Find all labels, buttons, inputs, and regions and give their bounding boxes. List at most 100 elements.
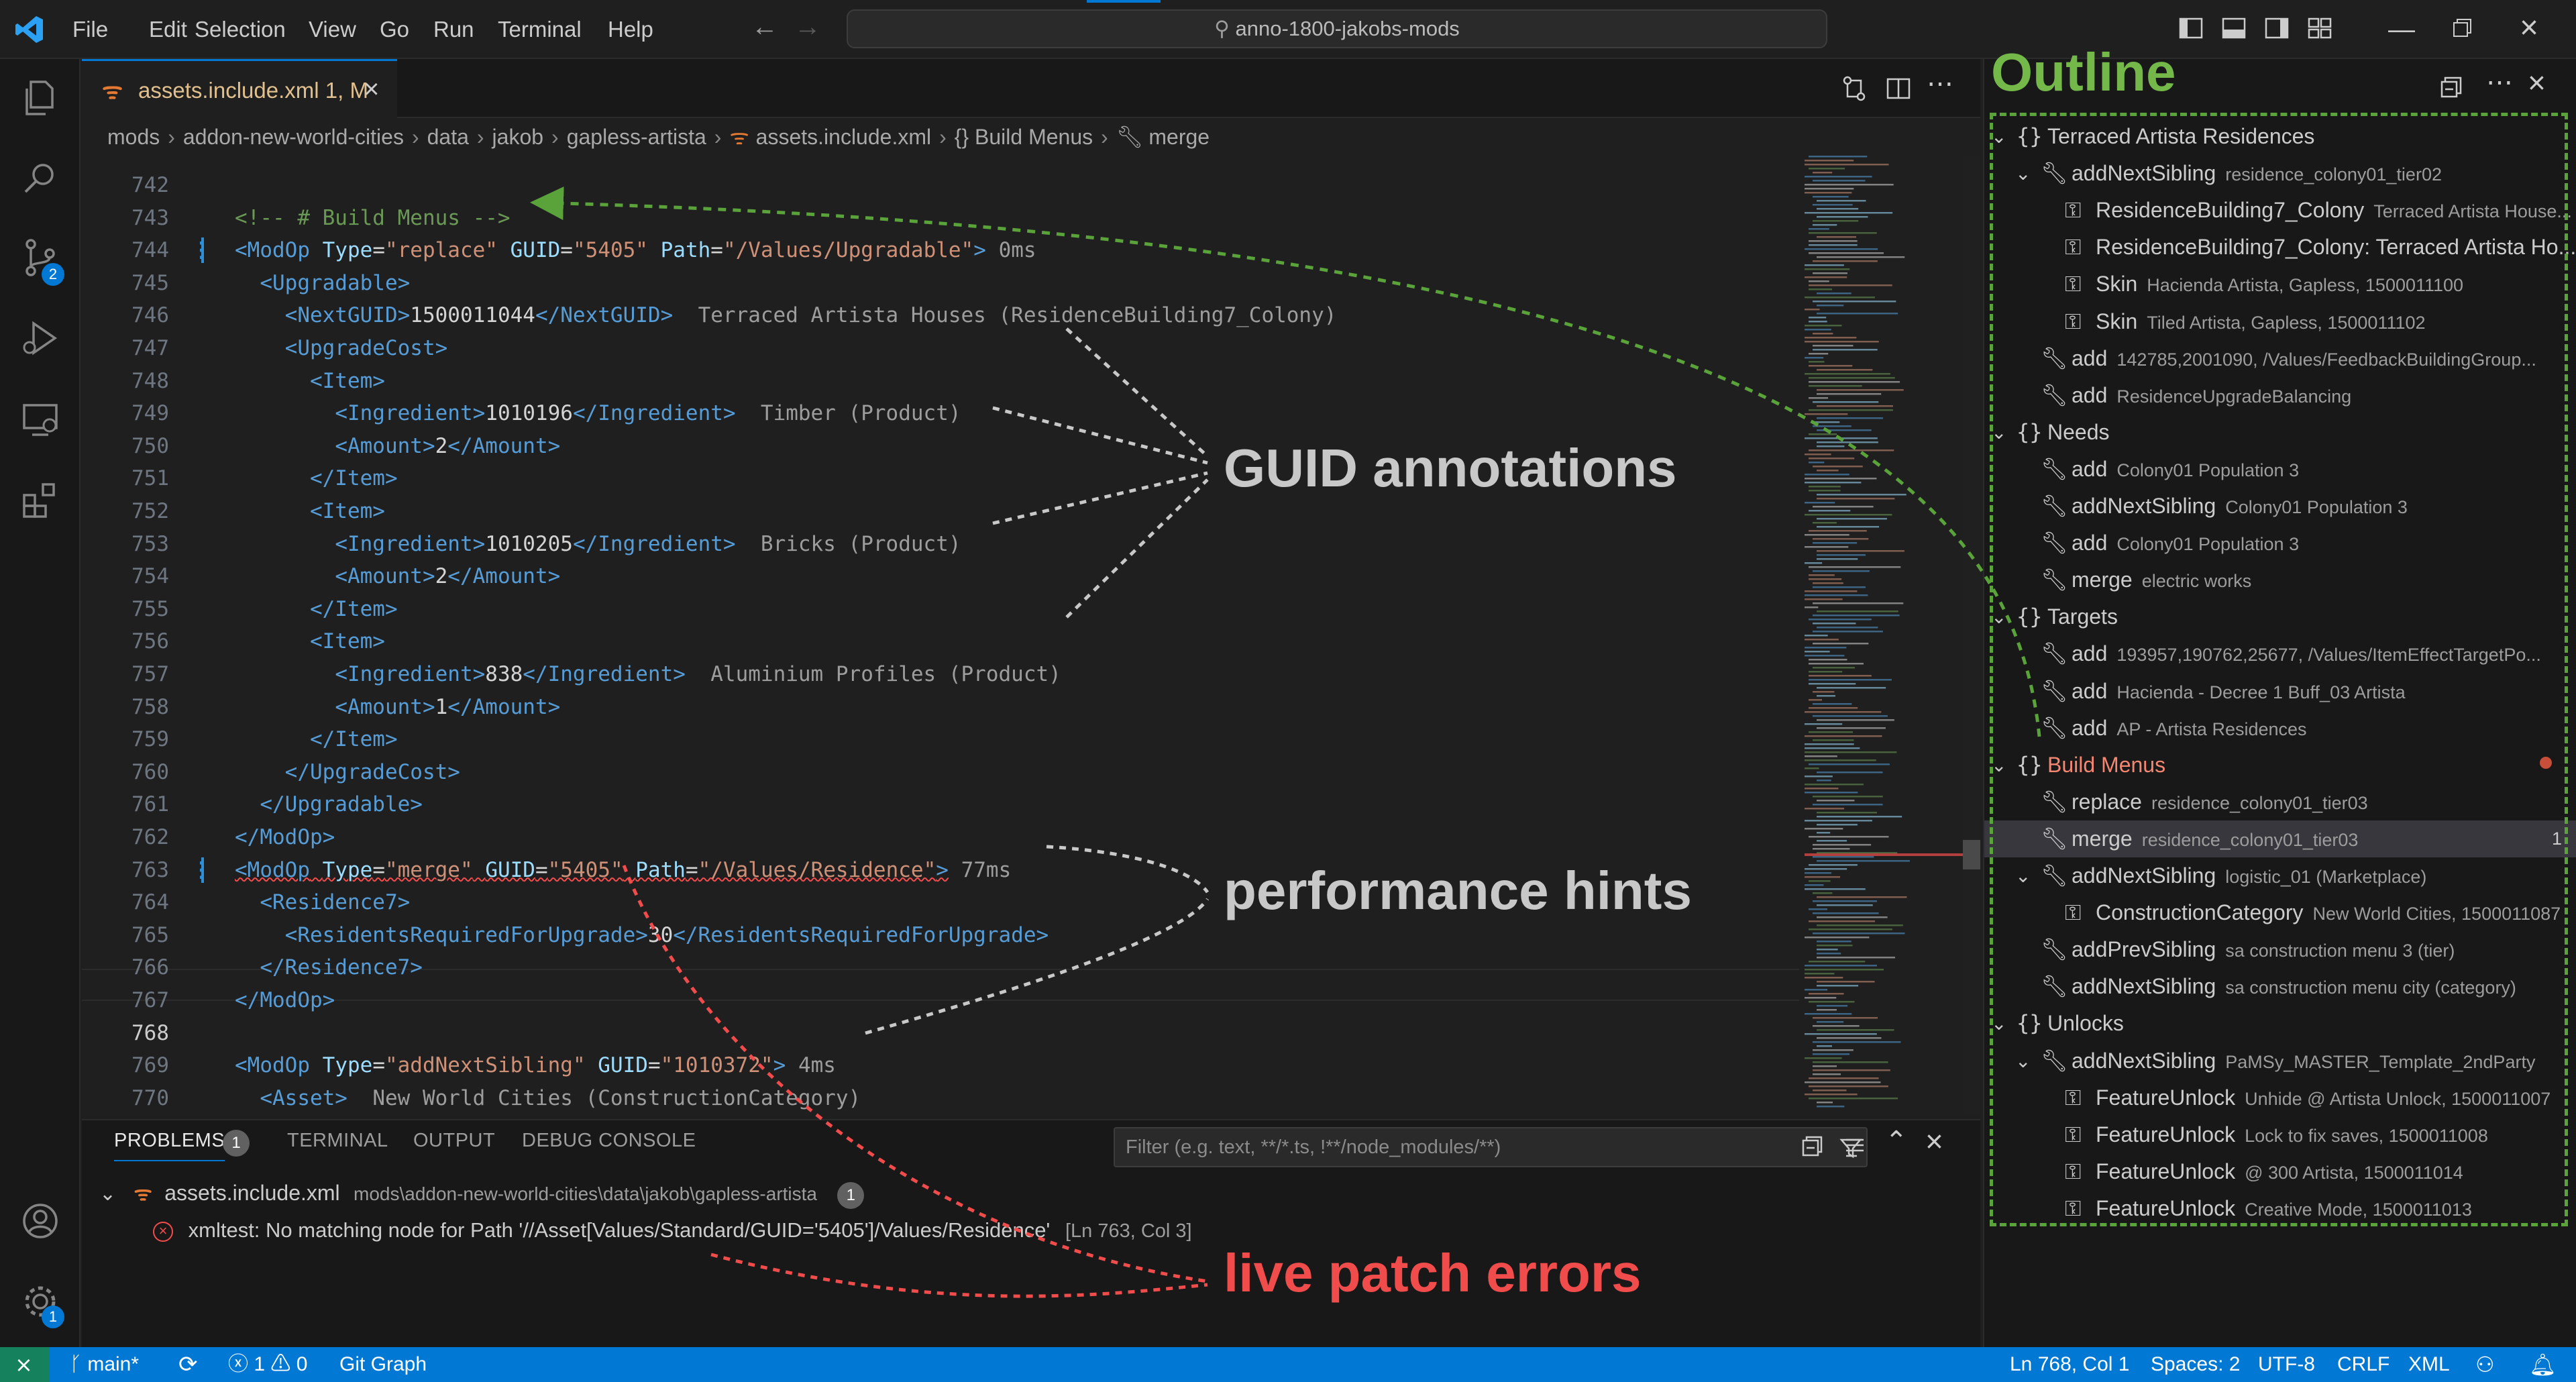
run-debug-icon[interactable]	[19, 317, 62, 360]
tab-close-icon[interactable]: ×	[364, 61, 379, 117]
code-line[interactable]: 747 <UpgradeCost>	[82, 332, 1799, 364]
menu-terminal[interactable]: Terminal	[498, 0, 582, 59]
minimap-line	[1805, 888, 1866, 890]
breadcrumb-item[interactable]: assets.include.xml	[756, 118, 931, 156]
code-line[interactable]: 759 </Item>	[82, 723, 1799, 755]
tab-assets-include-xml[interactable]: ᯤ assets.include.xml 1, M ×	[82, 59, 397, 118]
code-line[interactable]: 757 <Ingredient>838</Ingredient> Alumini…	[82, 658, 1799, 690]
remote-explorer-icon[interactable]	[19, 398, 62, 441]
command-center-search[interactable]: ⚲ anno-1800-jakobs-mods	[847, 9, 1827, 48]
split-editor-icon[interactable]	[1884, 74, 1913, 103]
minimap-line	[1805, 478, 1877, 480]
menu-view[interactable]: View	[309, 0, 356, 59]
encoding[interactable]: UTF-8	[2258, 1347, 2315, 1382]
more-actions-icon[interactable]: ⋯	[2486, 67, 2513, 98]
close-outline-icon[interactable]: ×	[2528, 64, 2546, 101]
scrollbar-thumb[interactable]	[1963, 840, 1980, 869]
tab-terminal[interactable]: TERMINAL	[287, 1130, 388, 1152]
code-line[interactable]: 743 <!-- # Build Menus -->	[82, 202, 1799, 234]
tab-output[interactable]: OUTPUT	[413, 1130, 495, 1152]
breadcrumb-item[interactable]: {} Build Menus	[955, 118, 1093, 156]
code-line[interactable]: 744 <ModOp Type="replace" GUID="5405" Pat…	[82, 234, 1799, 266]
language-mode[interactable]: XML	[2408, 1347, 2450, 1382]
minimap-line	[1809, 928, 1892, 931]
breadcrumb-item[interactable]: jakob	[492, 118, 544, 156]
branch-item[interactable]: ᚴ main*	[70, 1347, 139, 1382]
git-graph-button[interactable]: Git Graph	[339, 1347, 427, 1382]
tab-problems[interactable]: PROBLEMS	[114, 1130, 225, 1161]
restore-icon[interactable]	[2449, 15, 2475, 42]
menu-edit[interactable]: Edit	[149, 0, 187, 59]
indentation[interactable]: Spaces: 2	[2151, 1347, 2240, 1382]
code-line[interactable]: 766 </Residence7>	[82, 951, 1799, 984]
editor-scrollbar[interactable]	[1963, 156, 1980, 1114]
code-line[interactable]: 756 <Item>	[82, 625, 1799, 657]
notifications-bell-icon[interactable]: 🔔︎	[2529, 1347, 2557, 1382]
code-line[interactable]: 752 <Item>	[82, 495, 1799, 527]
breadcrumb-item[interactable]: mods	[107, 118, 160, 156]
view-as-list-icon[interactable]	[1842, 1134, 1868, 1159]
problems-filter-input[interactable]: Filter (e.g. text, **/*.ts, !**/node_mod…	[1114, 1127, 1868, 1167]
toggle-panel-icon[interactable]	[2220, 15, 2247, 42]
menu-help[interactable]: Help	[608, 0, 653, 59]
menu-go[interactable]: Go	[380, 0, 409, 59]
code-line[interactable]: 768	[82, 1017, 1799, 1049]
error-count: 1	[254, 1353, 266, 1375]
code-line[interactable]: 748 <Item>	[82, 365, 1799, 397]
explorer-icon[interactable]	[19, 76, 62, 119]
more-actions-icon[interactable]: ⋯	[1927, 68, 1953, 99]
customize-layout-icon[interactable]	[2306, 15, 2333, 42]
remote-indicator[interactable]: ⨯	[0, 1347, 50, 1382]
back-arrow-icon[interactable]: ←	[751, 12, 778, 42]
code-line[interactable]: 761 </Upgradable>	[82, 788, 1799, 820]
problems-status[interactable]: ⓧ 1 ⚠ 0	[228, 1347, 307, 1382]
sync-icon[interactable]: ⟳	[178, 1347, 198, 1382]
problems-file-row[interactable]: ⌄ ᯤ assets.include.xml mods\addon-new-wo…	[99, 1179, 865, 1209]
code-line[interactable]: 749 <Ingredient>1010196</Ingredient> Tim…	[82, 397, 1799, 429]
code-line[interactable]: 745 <Upgradable>	[82, 267, 1799, 299]
code-line[interactable]: 746 <NextGUID>1500011044</NextGUID> Terr…	[82, 299, 1799, 331]
code-editor[interactable]: 742 743 <!-- # Build Menus --> 744 <ModOp Ty…	[82, 156, 1980, 1114]
breadcrumb-item[interactable]: merge	[1148, 118, 1210, 156]
code-line[interactable]: 760 </UpgradeCost>	[82, 756, 1799, 788]
accounts-icon[interactable]	[19, 1200, 62, 1242]
code-line[interactable]: 742	[82, 169, 1799, 201]
maximize-panel-icon[interactable]: ⌃	[1885, 1126, 1908, 1157]
toggle-primary-sidebar-icon[interactable]	[2178, 15, 2204, 42]
forward-arrow-icon[interactable]: →	[794, 12, 821, 42]
code-line[interactable]: 767 </ModOp>	[82, 984, 1799, 1016]
code-line[interactable]: 754 <Amount>2</Amount>	[82, 560, 1799, 592]
line-number: 746	[131, 303, 169, 328]
problem-item[interactable]: × xmltest: No matching node for Path '//…	[153, 1217, 1192, 1244]
breadcrumb-item[interactable]: gapless-artista	[567, 118, 706, 156]
cursor-position[interactable]: Ln 768, Col 1	[2010, 1347, 2129, 1382]
code-line[interactable]: 753 <Ingredient>1010205</Ingredient> Bri…	[82, 528, 1799, 560]
code-line[interactable]: 762 </ModOp>	[82, 821, 1799, 853]
tab-debug-console[interactable]: DEBUG CONSOLE	[522, 1130, 696, 1152]
end-of-line[interactable]: CRLF	[2337, 1347, 2390, 1382]
close-panel-icon[interactable]: ×	[1925, 1123, 1943, 1159]
code-line[interactable]: 765 <ResidentsRequiredForUpgrade>30</Res…	[82, 919, 1799, 951]
code-line[interactable]: 755 </Item>	[82, 593, 1799, 625]
compare-changes-icon[interactable]	[1839, 74, 1869, 103]
extensions-icon[interactable]	[19, 479, 62, 522]
line-number: 750	[131, 433, 169, 458]
feedback-icon[interactable]: ⚇	[2475, 1347, 2495, 1382]
code-line[interactable]: 758 <Amount>1</Amount>	[82, 691, 1799, 723]
collapse-all-icon[interactable]	[1799, 1134, 1825, 1159]
toggle-secondary-sidebar-icon[interactable]	[2263, 15, 2290, 42]
menu-selection[interactable]: Selection	[195, 0, 286, 59]
search-icon[interactable]	[19, 157, 62, 200]
close-window-icon[interactable]: ×	[2520, 9, 2538, 46]
minimap-line	[1805, 755, 1837, 757]
line-number: 762	[131, 825, 169, 849]
code-line[interactable]: 770 <Asset> New World Cities (Constructi…	[82, 1082, 1799, 1114]
minimize-icon[interactable]: —	[2388, 15, 2415, 45]
collapse-all-icon[interactable]	[2438, 74, 2465, 101]
menu-run[interactable]: Run	[433, 0, 474, 59]
code-line[interactable]: 769 <ModOp Type="addNextSibling" GUID="10…	[82, 1049, 1799, 1081]
breadcrumb-item[interactable]: data	[427, 118, 469, 156]
minimap[interactable]	[1805, 156, 1966, 1114]
menu-file[interactable]: File	[72, 0, 108, 59]
breadcrumb-item[interactable]: addon-new-world-cities	[183, 118, 404, 156]
